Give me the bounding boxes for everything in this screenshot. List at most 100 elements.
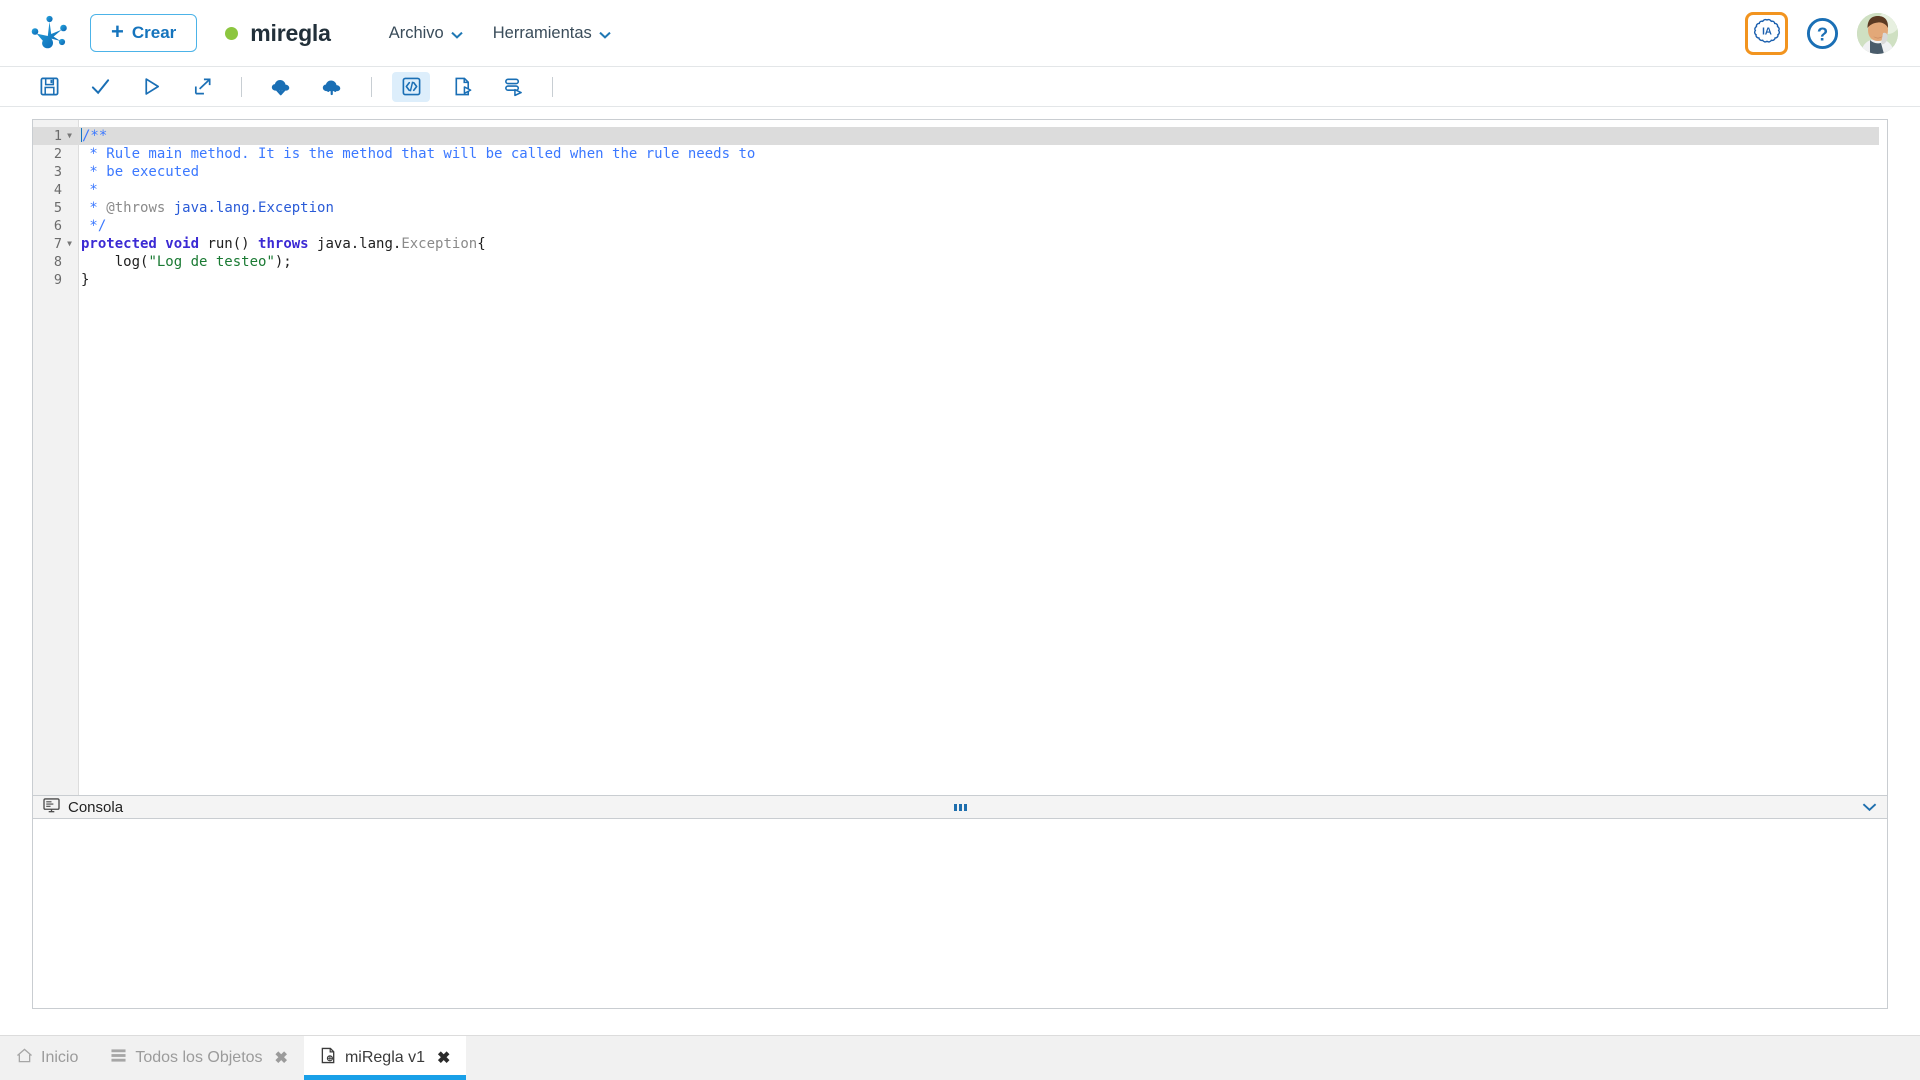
line-number-label: 4 — [53, 182, 62, 198]
code-token: throws — [258, 236, 309, 252]
code-token: protected — [81, 236, 157, 252]
code-line-4[interactable]: * — [79, 181, 1887, 199]
line-number-1: 1 ▼ — [33, 127, 78, 145]
bottom-tab-bar: Inicio Todos los Objetos ✖ miRegla v1 ✖ — [0, 1035, 1920, 1080]
run-play-icon[interactable] — [132, 72, 170, 102]
tab-label: Inicio — [41, 1049, 79, 1066]
tab-todos-los-objetos[interactable]: Todos los Objetos ✖ — [94, 1036, 304, 1080]
code-token: * be executed — [81, 164, 200, 180]
code-view-icon[interactable] — [392, 71, 430, 102]
cloud-download-icon[interactable] — [262, 72, 300, 102]
header-menus: Archivo Herramientas — [389, 24, 611, 43]
code-line-5[interactable]: * @throws java.lang.Exception — [79, 199, 1887, 217]
code-line-7[interactable]: protected void run() throws java.lang.Ex… — [79, 235, 1887, 253]
code-token: log( — [81, 254, 149, 270]
code-editor[interactable]: 1 ▼ 2 3 4 5 6 7 ▼ 8 9 /** * Rule main method. It i… — [32, 119, 1888, 795]
code-token: java.lang.Exception — [173, 200, 334, 216]
create-button-label: Crear — [131, 23, 177, 42]
stack-run-icon[interactable] — [494, 72, 532, 102]
workspace: 1 ▼ 2 3 4 5 6 7 ▼ 8 9 /** * Rule main method. It i… — [0, 107, 1920, 1080]
line-number-6: 6 — [33, 217, 78, 235]
code-line-9[interactable]: } — [79, 271, 1887, 289]
code-line-2[interactable]: * Rule main method. It is the method tha… — [79, 145, 1887, 163]
line-number-8: 8 — [33, 253, 78, 271]
code-token: */ — [81, 218, 107, 234]
code-line-8[interactable]: log("Log de testeo"); — [79, 253, 1887, 271]
separator-3 — [552, 76, 553, 97]
drag-dots-icon[interactable] — [953, 803, 967, 811]
ia-assistant-button[interactable]: IA — [1745, 11, 1788, 55]
chevron-down-icon — [599, 27, 611, 42]
list-icon — [110, 1048, 127, 1068]
code-line-3[interactable]: * be executed — [79, 163, 1887, 181]
code-line-6[interactable]: */ — [79, 217, 1887, 235]
tab-label: miRegla v1 — [344, 1049, 425, 1066]
line-number-label: 2 — [53, 146, 62, 162]
line-number-9: 9 — [33, 271, 78, 289]
code-token: "Log de testeo" — [148, 254, 275, 270]
code-token: * — [81, 200, 107, 216]
menu-herramientas[interactable]: Herramientas — [493, 24, 611, 43]
frog-foot-logo[interactable] — [28, 11, 72, 55]
line-number-gutter: 1 ▼ 2 3 4 5 6 7 ▼ 8 9 — [33, 120, 79, 795]
separator-1 — [241, 76, 242, 97]
validate-check-icon[interactable] — [81, 72, 119, 102]
close-icon[interactable]: ✖ — [275, 1048, 288, 1068]
separator-2 — [371, 76, 372, 97]
line-number-2: 2 — [33, 145, 78, 163]
console-resize-handle — [33, 803, 1887, 811]
code-token: /** — [82, 128, 108, 144]
menu-archivo[interactable]: Archivo — [389, 24, 463, 43]
editor-toolbar — [0, 67, 1920, 107]
code-token: run() — [199, 236, 259, 252]
chevron-down-icon — [1862, 803, 1877, 812]
close-icon[interactable]: ✖ — [437, 1048, 450, 1068]
brain-icon: IA — [1753, 18, 1780, 43]
code-token: void — [165, 236, 200, 252]
fold-toggle-icon[interactable]: ▼ — [65, 240, 74, 248]
code-token: ); — [274, 254, 292, 270]
export-arrow-icon[interactable] — [183, 72, 221, 102]
document-status: miregla — [225, 19, 331, 47]
console-output[interactable] — [32, 819, 1888, 1009]
cloud-upload-icon[interactable] — [313, 72, 351, 102]
menu-herramientas-label: Herramientas — [492, 23, 592, 42]
line-number-label: 9 — [53, 272, 62, 288]
code-line-1[interactable]: /** — [79, 127, 1879, 145]
console-monitor-icon — [43, 797, 60, 817]
line-number-label: 5 — [53, 200, 62, 216]
help-icon[interactable]: ? — [1806, 17, 1839, 50]
tab-miregla-v1[interactable]: miRegla v1 ✖ — [303, 1036, 467, 1080]
svg-text:?: ? — [1817, 23, 1828, 44]
tab-label: Todos los Objetos — [135, 1049, 263, 1066]
page-title: miregla — [250, 19, 331, 46]
file-run-icon[interactable] — [443, 72, 481, 102]
code-token: * — [81, 182, 98, 198]
line-number-4: 4 — [33, 181, 78, 199]
console-header[interactable]: Consola — [32, 795, 1888, 819]
fold-toggle-icon[interactable]: ▼ — [65, 132, 74, 140]
plus-icon: + — [111, 19, 124, 44]
line-number-5: 5 — [33, 199, 78, 217]
line-number-label: 3 — [53, 164, 62, 180]
app-header: + Crear miregla Archivo Herramientas IA — [0, 0, 1920, 67]
line-number-label: 8 — [53, 254, 62, 270]
code-token: } — [81, 272, 90, 288]
menu-archivo-label: Archivo — [388, 23, 444, 42]
save-icon[interactable] — [30, 72, 68, 102]
header-actions: IA ? — [1745, 11, 1898, 55]
code-token: java.lang. — [308, 236, 402, 252]
line-number-3: 3 — [33, 163, 78, 181]
home-icon — [16, 1048, 33, 1068]
create-button[interactable]: + Crear — [90, 14, 198, 52]
line-number-label: 1 — [53, 128, 62, 144]
avatar[interactable] — [1857, 12, 1898, 54]
console-collapse-button[interactable] — [1862, 802, 1877, 812]
code-token: @throws — [106, 200, 166, 216]
line-number-label: 7 — [53, 236, 62, 252]
code-content[interactable]: /** * Rule main method. It is the method… — [79, 120, 1887, 795]
tab-inicio[interactable]: Inicio — [0, 1036, 94, 1080]
chevron-down-icon — [451, 27, 463, 42]
line-number-7: 7 ▼ — [33, 235, 78, 253]
